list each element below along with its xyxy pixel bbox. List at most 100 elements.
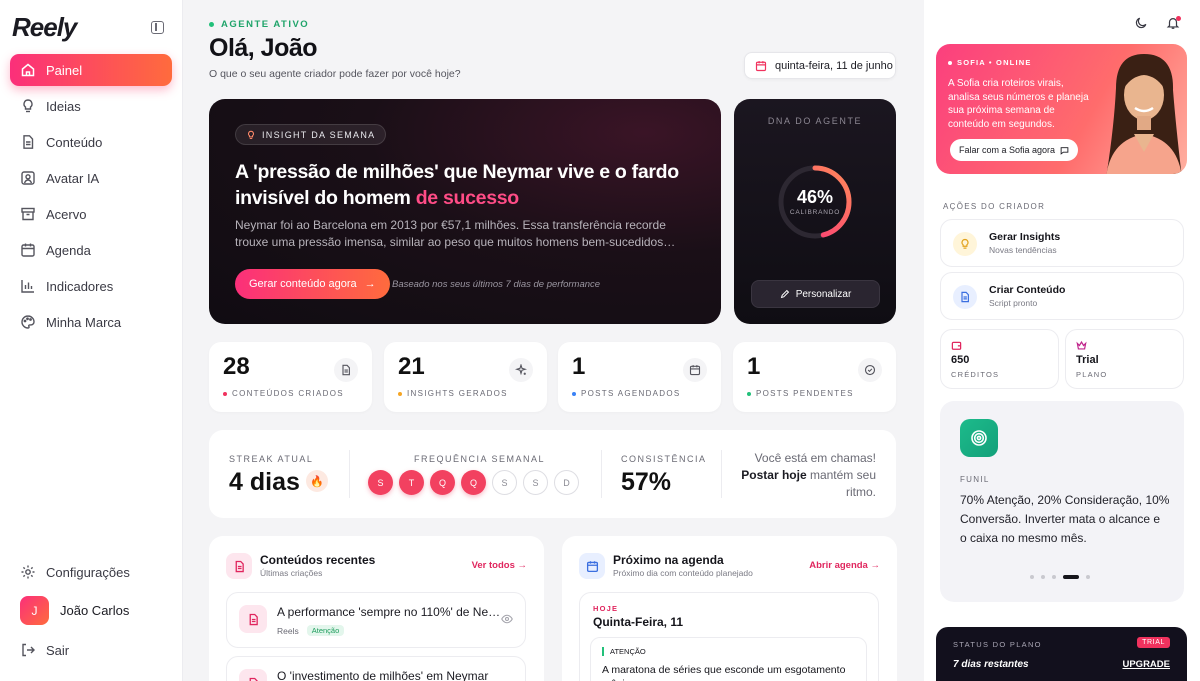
stat-card-scheduled[interactable]: 1 POSTS AGENDADOS bbox=[558, 342, 721, 412]
agenda-event[interactable]: ATENÇÃO A maratona de séries que esconde… bbox=[590, 637, 867, 681]
date-label: quinta-feira, 11 de junho bbox=[775, 59, 893, 72]
generate-insights-button[interactable]: Gerar Insights Novas tendências bbox=[940, 219, 1184, 267]
sidebar-item-painel[interactable]: Painel bbox=[10, 54, 172, 86]
collapse-sidebar-icon[interactable] bbox=[151, 21, 164, 34]
list-item-title: O 'investimento de milhões' em Neymar bbox=[277, 669, 489, 681]
streak-message-rest: mantém seu ritmo. bbox=[806, 468, 876, 499]
list-item[interactable]: A performance 'sempre no 110%' de Neymar… bbox=[226, 592, 526, 648]
chat-icon bbox=[1060, 146, 1069, 155]
plan-value: Trial bbox=[1076, 354, 1099, 366]
eye-icon[interactable] bbox=[501, 613, 513, 625]
sidebar-item-minha-marca[interactable]: Minha Marca bbox=[10, 306, 172, 338]
status-badge: Atenção bbox=[306, 625, 345, 636]
bulb-icon bbox=[248, 130, 254, 139]
status-badge: TRIAL bbox=[1137, 637, 1170, 648]
credits-card[interactable]: 650 CRÉDITOS bbox=[940, 329, 1059, 389]
day-indicator: Q bbox=[461, 470, 486, 495]
action-title: Criar Conteúdo bbox=[989, 284, 1066, 296]
stat-card-insights[interactable]: 21 INSIGHTS GERADOS bbox=[384, 342, 547, 412]
upgrade-link[interactable]: UPGRADE bbox=[1122, 659, 1170, 670]
insight-title: A 'pressão de milhões' que Neymar vive e… bbox=[235, 159, 705, 211]
stat-card-pending[interactable]: 1 POSTS PENDENTES bbox=[733, 342, 896, 412]
sofia-card: SOFIA • ONLINE A Sofia cria roteiros vir… bbox=[936, 44, 1187, 174]
right-panel: SOFIA • ONLINE A Sofia cria roteiros vir… bbox=[924, 0, 1200, 681]
fire-icon: 🔥 bbox=[306, 470, 328, 492]
notification-dot bbox=[1176, 16, 1181, 21]
sidebar-item-label: Minha Marca bbox=[46, 314, 122, 330]
agenda-date: Quinta-Feira, 11 bbox=[593, 615, 684, 629]
stat-label-text: POSTS PENDENTES bbox=[756, 389, 854, 398]
open-agenda-link[interactable]: Abrir agenda → bbox=[809, 560, 880, 571]
carousel-dots[interactable] bbox=[1030, 575, 1097, 579]
panel-subtitle: Últimas criações bbox=[260, 568, 323, 578]
sidebar-item-acervo[interactable]: Acervo bbox=[10, 198, 172, 230]
sidebar-item-label: Agenda bbox=[46, 242, 91, 258]
streak-label: STREAK ATUAL bbox=[229, 454, 314, 464]
credits-value: 650 bbox=[951, 354, 970, 366]
carousel-dot[interactable] bbox=[1030, 575, 1034, 579]
plan-label: PLANO bbox=[1076, 370, 1108, 379]
sidebar-item-label: Configurações bbox=[46, 564, 130, 580]
sidebar-item-configuracoes[interactable]: Configurações bbox=[10, 557, 172, 587]
tip-text: 70% Atenção, 20% Consideração, 10% Conve… bbox=[960, 493, 1170, 545]
agenda-day-card[interactable]: HOJE Quinta-Feira, 11 ATENÇÃO A maratona… bbox=[579, 592, 879, 681]
generate-content-button[interactable]: Gerar conteúdo agora → bbox=[235, 269, 390, 299]
action-title: Gerar Insights bbox=[989, 231, 1061, 243]
sidebar-item-label: Ideias bbox=[46, 98, 81, 114]
sidebar-item-agenda[interactable]: Agenda bbox=[10, 234, 172, 266]
carousel-dot[interactable] bbox=[1041, 575, 1045, 579]
customize-button[interactable]: Personalizar bbox=[751, 280, 880, 308]
insight-body: Neymar foi ao Barcelona em 2013 por €57,… bbox=[235, 218, 676, 249]
document-icon bbox=[226, 553, 252, 579]
date-chip[interactable]: quinta-feira, 11 de junho bbox=[744, 52, 896, 79]
sidebar-item-label: Indicadores bbox=[46, 278, 114, 294]
customize-label: Personalizar bbox=[795, 288, 852, 300]
frequency-label: FREQUÊNCIA SEMANAL bbox=[414, 454, 546, 464]
streak-message-bold: Postar hoje bbox=[741, 468, 807, 482]
sidebar-item-label: Avatar IA bbox=[46, 170, 100, 186]
stat-value: 1 bbox=[747, 353, 761, 380]
sidebar-item-ideias[interactable]: Ideias bbox=[10, 90, 172, 122]
action-subtitle: Novas tendências bbox=[989, 245, 1057, 255]
status-dot bbox=[209, 22, 214, 27]
stat-card-contents[interactable]: 28 CONTEÚDOS CRIADOS bbox=[209, 342, 372, 412]
document-icon bbox=[20, 134, 36, 150]
agent-status: AGENTE ATIVO bbox=[209, 19, 309, 30]
document-icon bbox=[953, 285, 977, 309]
plan-card[interactable]: Trial PLANO bbox=[1065, 329, 1184, 389]
divider bbox=[601, 450, 602, 498]
plan-status-label: STATUS DO PLANO bbox=[953, 640, 1042, 649]
sidebar-item-indicadores[interactable]: Indicadores bbox=[10, 270, 172, 302]
user-profile[interactable]: J João Carlos bbox=[20, 596, 129, 625]
avatar-icon bbox=[20, 170, 36, 186]
stat-label-text: POSTS AGENDADOS bbox=[581, 389, 681, 398]
event-title: A maratona de séries que esconde um esgo… bbox=[602, 664, 846, 681]
app-logo[interactable]: Reely bbox=[12, 12, 77, 43]
logout-button[interactable]: Sair bbox=[10, 635, 172, 665]
pencil-icon bbox=[780, 289, 789, 299]
dna-status: CALIBRANDO bbox=[789, 209, 841, 216]
stat-label-text: CONTEÚDOS CRIADOS bbox=[232, 389, 344, 398]
create-content-button[interactable]: Criar Conteúdo Script pronto bbox=[940, 272, 1184, 320]
status-dot bbox=[747, 391, 751, 396]
sidebar-item-conteudo[interactable]: Conteúdo bbox=[10, 126, 172, 158]
carousel-dot-active[interactable] bbox=[1063, 575, 1079, 579]
sidebar-item-avatar-ia[interactable]: Avatar IA bbox=[10, 162, 172, 194]
agent-status-label: AGENTE ATIVO bbox=[221, 19, 310, 30]
today-label: HOJE bbox=[593, 604, 619, 613]
day-indicator: D bbox=[554, 470, 579, 495]
list-item[interactable]: O 'investimento de milhões' em Neymar bbox=[226, 656, 526, 681]
archive-icon bbox=[20, 206, 36, 222]
streak-message: Você está em chamas! Postar hoje mantém s… bbox=[736, 450, 876, 501]
status-dot bbox=[948, 60, 952, 65]
carousel-dot[interactable] bbox=[1052, 575, 1056, 579]
carousel-dot[interactable] bbox=[1086, 575, 1090, 579]
talk-to-sofia-button[interactable]: Falar com a Sofia agora bbox=[950, 139, 1079, 161]
moon-icon[interactable] bbox=[1134, 16, 1148, 30]
stat-label: CONTEÚDOS CRIADOS bbox=[223, 389, 344, 398]
consistency-label: CONSISTÊNCIA bbox=[621, 454, 707, 464]
palette-icon bbox=[20, 314, 36, 330]
panel-subtitle: Próximo dia com conteúdo planejado bbox=[613, 568, 753, 578]
weekly-frequency: S T Q Q S S D bbox=[368, 470, 585, 495]
see-all-link[interactable]: Ver todos → bbox=[472, 560, 527, 571]
